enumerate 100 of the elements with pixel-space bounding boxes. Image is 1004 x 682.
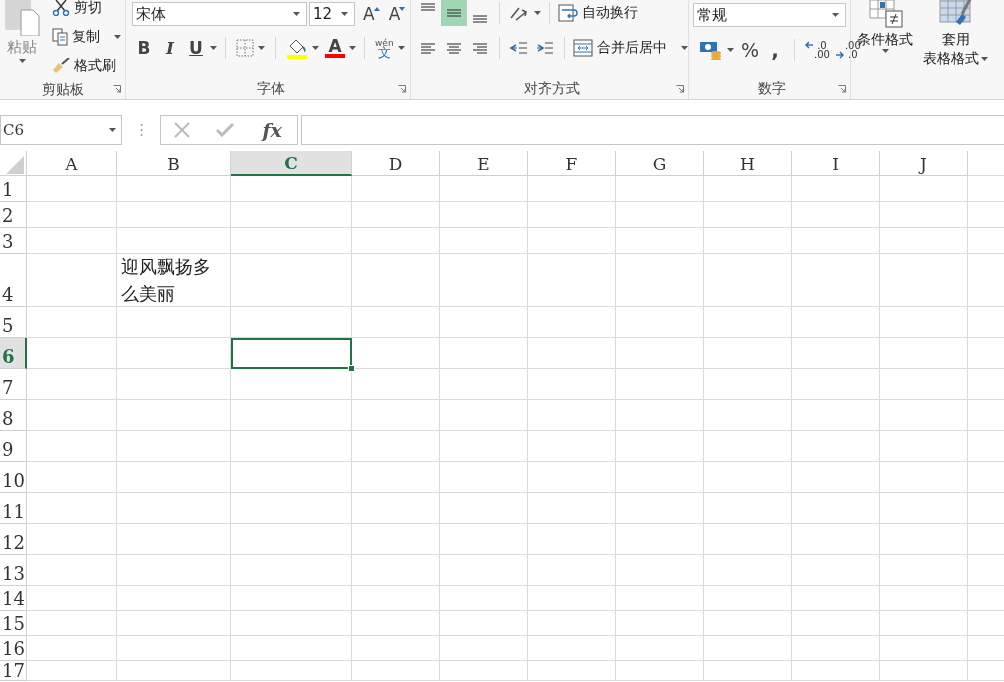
borders-icon [236,39,254,57]
money-coins-icon [699,40,723,60]
row-header[interactable]: 14 [0,586,27,611]
comma-button[interactable]: , [764,38,786,62]
row-header[interactable]: 4 [0,254,27,307]
row-header[interactable]: 3 [0,228,27,254]
fill-handle[interactable] [348,365,355,372]
increase-decimal-button[interactable]: .0 .00 [803,41,832,59]
column-header[interactable]: I [792,151,880,176]
name-box[interactable]: C6 [0,114,122,145]
top-align-icon [420,3,436,11]
align-center-icon [446,42,462,54]
wrap-text-icon [558,4,578,22]
checkmark-icon[interactable] [216,122,235,137]
caret-icon [681,46,688,50]
shrink-font-button[interactable]: A [382,4,407,24]
bold-button[interactable]: B [132,38,156,58]
corner-triangle-icon [6,156,24,174]
caret-icon [18,59,26,63]
middle-align-icon [446,9,462,17]
brush-icon [52,57,70,74]
align-right-icon [472,42,488,54]
caret-icon [210,46,217,50]
caret-icon [312,46,319,50]
row-header[interactable]: 11 [0,493,27,524]
dialog-launcher-icon[interactable] [676,85,684,93]
cancel-icon[interactable] [174,121,191,138]
column-header[interactable]: B [117,151,231,176]
caret-icon [373,7,380,11]
row-header[interactable]: 10 [0,462,27,493]
table-cell-text: 迎风飘扬多么美丽 [120,255,212,306]
column-header[interactable]: C [231,151,352,176]
dropdown-caret-icon [832,13,839,17]
indent-icon [535,41,555,55]
borders-button[interactable] [234,39,267,57]
row-header[interactable]: 16 [0,636,27,661]
number-format-dropdown[interactable]: 常规 [693,3,846,27]
format-painter-button[interactable]: 格式刷 [50,53,118,78]
column-header[interactable]: D [352,151,440,176]
font-color-button[interactable]: A [323,38,347,58]
wrap-text-button[interactable]: 自动换行 [556,1,640,25]
format-as-table-button[interactable]: 套用 表格格式 [919,0,992,80]
phonetic-button[interactable]: wén 文 [373,38,396,58]
row-header[interactable]: 6 [0,338,27,369]
group-label: 数字 [756,79,787,99]
caret-icon [397,46,405,50]
row-header[interactable]: 12 [0,524,27,555]
fill-color-button[interactable] [284,37,321,59]
paint-bucket-icon [286,37,308,59]
row-header[interactable]: 15 [0,611,27,636]
underline-button[interactable]: U [184,38,208,58]
dropdown-caret-icon [341,12,348,16]
caret-icon [349,46,356,50]
italic-button[interactable]: I [158,38,182,58]
row-header[interactable]: 9 [0,431,27,462]
grow-font-button[interactable]: A [357,4,381,24]
row-header[interactable]: 17 [0,661,27,681]
insert-function-button[interactable]: fx [260,118,284,141]
row-header[interactable]: 8 [0,400,27,431]
row-header[interactable]: 5 [0,307,27,338]
selected-cell[interactable] [231,338,352,369]
accounting-format-button[interactable] [697,40,736,60]
align-left-icon [420,42,436,54]
row-header[interactable]: 1 [0,176,27,202]
formula-input[interactable] [301,114,1004,145]
font-size-dropdown[interactable]: 12 [309,2,355,26]
bottom-align-icon [472,15,488,23]
caret-icon [727,48,734,52]
copy-button[interactable]: 复制 [50,25,123,49]
dialog-launcher-icon[interactable] [113,85,121,93]
row-header[interactable]: 2 [0,202,27,228]
column-header[interactable]: E [440,151,528,176]
group-label: 剪贴板 [40,80,85,99]
row-header[interactable]: 13 [0,555,27,586]
column-header[interactable]: H [704,151,792,176]
caret-icon [399,7,406,11]
group-label: 对齐方式 [522,79,581,99]
arrow-icon [835,51,844,59]
outdent-icon [509,41,529,55]
row-header[interactable]: 7 [0,369,27,400]
dialog-launcher-icon[interactable] [398,85,406,93]
dialog-launcher-icon[interactable] [838,85,846,93]
merge-center-button[interactable]: 合并后居中 [571,36,690,60]
caret-icon [881,49,889,53]
vertical-align-button[interactable] [441,0,467,26]
font-name-dropdown[interactable]: 宋体 [132,2,307,26]
caret-icon [114,35,121,39]
column-header[interactable]: G [616,151,704,176]
caret-icon [534,11,541,15]
column-header[interactable]: A [27,151,117,176]
drag-handle-icon[interactable] [139,122,143,137]
copy-icon [52,28,68,46]
group-label: 字体 [256,79,286,99]
column-header[interactable]: F [528,151,616,176]
dropdown-caret-icon [293,12,300,16]
column-header[interactable]: J [880,151,968,176]
dropdown-caret-icon [109,127,116,132]
cut-button[interactable]: 剪切 [50,0,104,21]
percent-button[interactable]: % [738,39,762,61]
caret-icon [258,46,265,50]
